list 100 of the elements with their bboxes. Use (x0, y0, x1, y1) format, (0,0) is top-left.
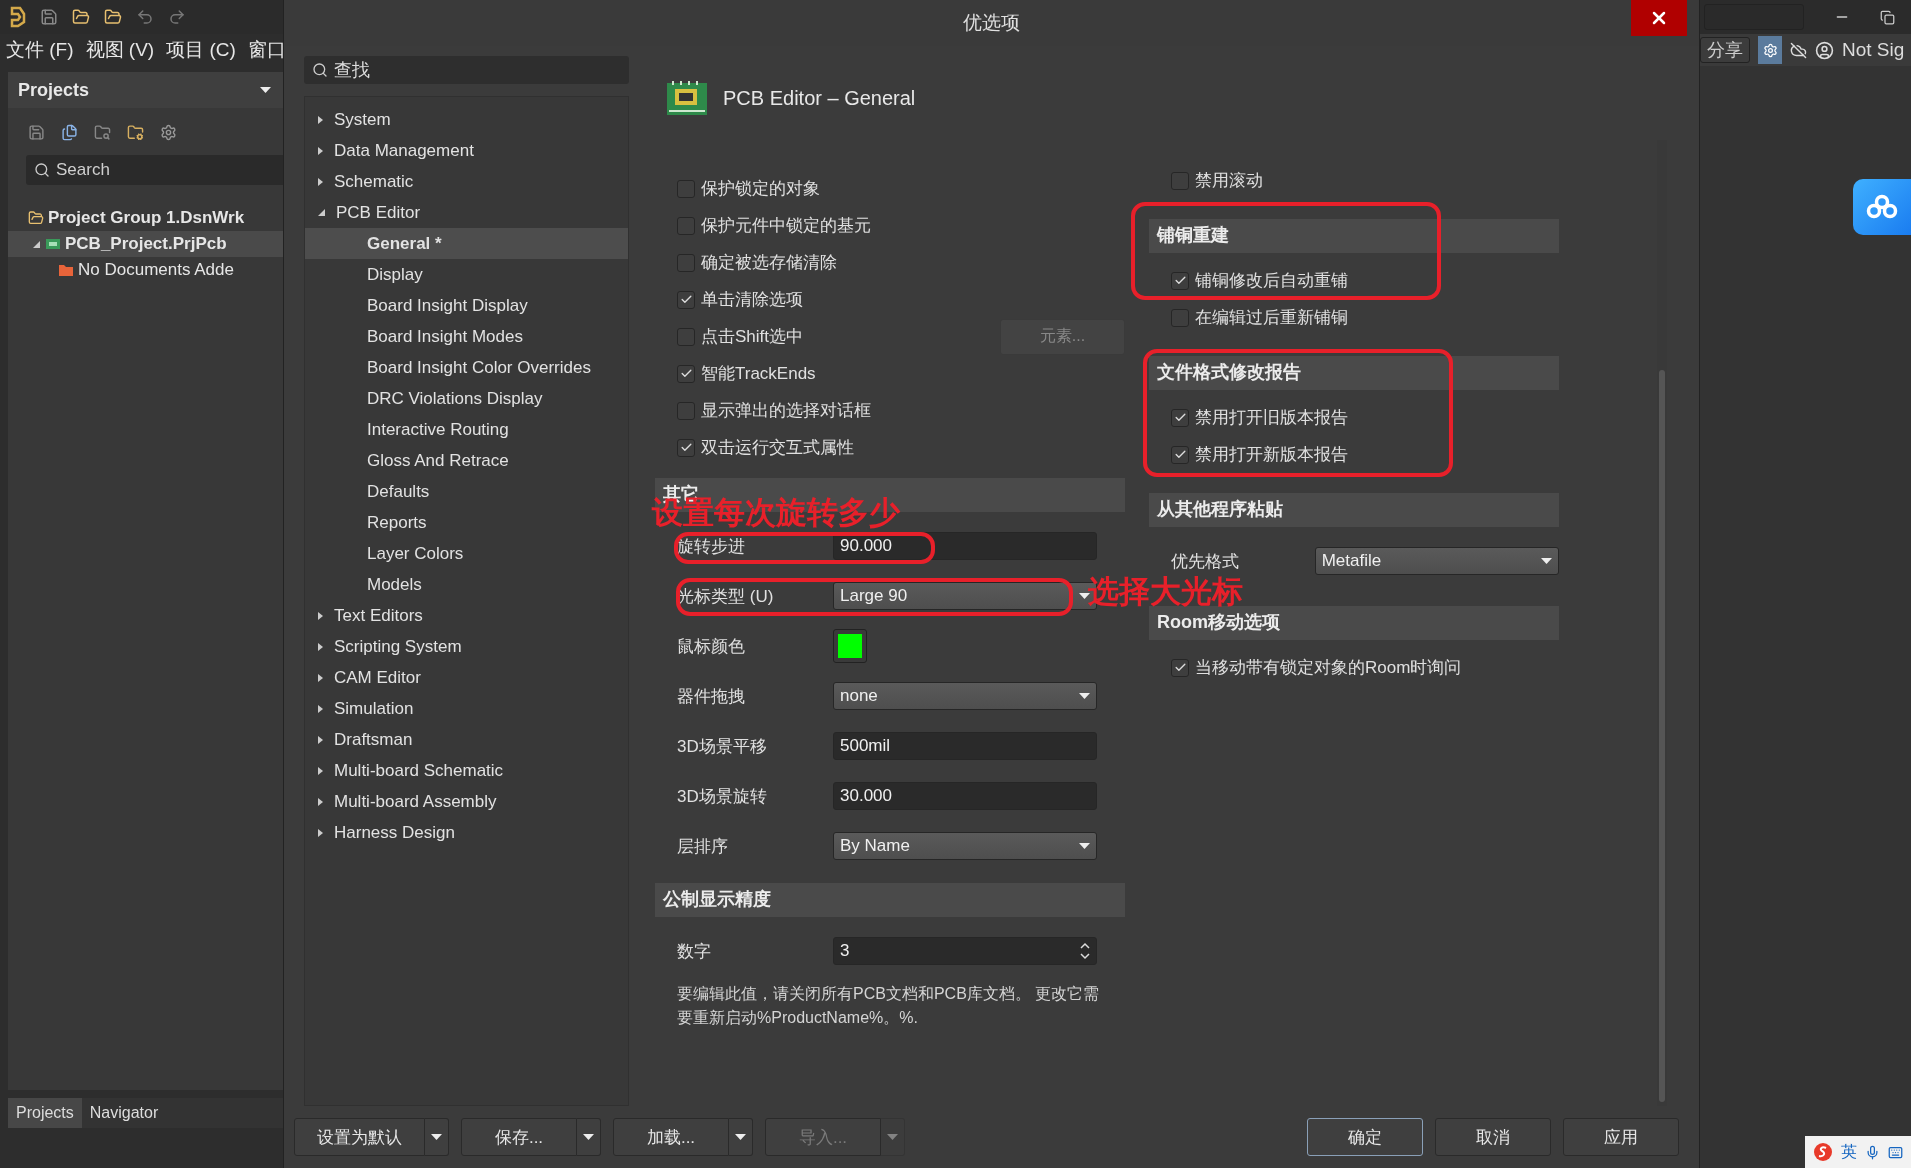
settings-button[interactable] (1758, 36, 1782, 64)
dropdown-arrow-button[interactable] (577, 1118, 601, 1156)
checkbox[interactable] (1171, 271, 1189, 290)
undo-icon[interactable] (136, 8, 154, 26)
tree-item[interactable]: CAM Editor (334, 667, 421, 688)
tree-item[interactable]: Layer Colors (305, 538, 628, 569)
app-logo-icon[interactable] (10, 6, 26, 28)
collapsed-arrow-icon[interactable] (317, 176, 324, 187)
settings-icon[interactable] (160, 124, 177, 141)
tree-item[interactable]: Gloss And Retrace (305, 445, 628, 476)
tree-item[interactable]: Simulation (334, 698, 414, 719)
collapsed-arrow-icon[interactable] (317, 796, 324, 807)
input-mode-label[interactable]: 英 (1841, 1141, 1857, 1163)
checkbox[interactable] (1171, 445, 1189, 464)
dialog-button[interactable]: 取消 (1435, 1118, 1551, 1156)
panel-tab[interactable]: Projects (8, 1098, 82, 1128)
tree-item[interactable]: General * (305, 228, 628, 259)
dropdown-arrow-button[interactable] (729, 1118, 753, 1156)
menu-item[interactable]: 项目 (C) (166, 37, 236, 63)
tree-item[interactable]: Data Management (334, 140, 474, 161)
checkbox[interactable] (677, 401, 695, 420)
tree-item[interactable]: Reports (305, 507, 628, 538)
share-button[interactable]: 分享 (1700, 37, 1750, 63)
dialog-button[interactable]: 保存... (461, 1118, 577, 1156)
folder-gear-icon[interactable] (127, 124, 144, 141)
collapsed-arrow-icon[interactable] (317, 734, 324, 745)
microphone-icon[interactable] (1865, 1144, 1880, 1160)
tree-item[interactable]: Schematic (334, 171, 414, 192)
checkbox[interactable] (677, 327, 695, 346)
expanded-arrow-icon[interactable] (32, 239, 41, 249)
dialog-button[interactable]: 应用 (1563, 1118, 1679, 1156)
spin-field[interactable]: 3 (833, 937, 1097, 965)
tree-item[interactable]: Models (305, 569, 628, 600)
collapsed-arrow-icon[interactable] (317, 765, 324, 776)
collapsed-arrow-icon[interactable] (317, 610, 324, 621)
checkbox[interactable] (677, 438, 695, 457)
checkbox[interactable] (677, 179, 695, 198)
input-field[interactable]: 500mil (833, 732, 1097, 760)
tree-item[interactable]: No Documents Adde (78, 260, 234, 280)
checkbox[interactable] (677, 290, 695, 309)
tree-item[interactable]: Project Group 1.DsnWrk (48, 208, 245, 228)
collapsed-arrow-icon[interactable] (317, 641, 324, 652)
checkbox[interactable] (677, 364, 695, 383)
tree-item[interactable]: Board Insight Display (305, 290, 628, 321)
keyboard-icon[interactable] (1888, 1144, 1903, 1160)
tree-item[interactable]: Draftsman (334, 729, 413, 750)
restore-icon[interactable] (1880, 9, 1895, 25)
dropdown[interactable]: Metafile (1314, 547, 1559, 575)
open-folder-icon[interactable] (72, 8, 90, 26)
tree-item[interactable]: Multi-board Schematic (334, 760, 504, 781)
dialog-button[interactable]: 确定 (1307, 1118, 1423, 1156)
expanded-arrow-icon[interactable] (317, 208, 326, 217)
cloud-app-button[interactable] (1853, 179, 1911, 235)
close-button[interactable] (1631, 0, 1687, 36)
tree-item[interactable]: PCB Editor (336, 202, 421, 223)
tree-item[interactable]: Defaults (305, 476, 628, 507)
checkbox[interactable] (1171, 308, 1189, 327)
search-field[interactable]: 查找 (304, 56, 629, 84)
tree-item[interactable]: Scripting System (334, 636, 462, 657)
collapsed-arrow-icon[interactable] (317, 703, 324, 714)
checkbox[interactable] (1171, 171, 1189, 190)
search-field[interactable]: Search (26, 155, 283, 185)
collapsed-arrow-icon[interactable] (317, 827, 324, 838)
collapsed-arrow-icon[interactable] (317, 672, 324, 683)
save-icon[interactable] (28, 124, 45, 141)
checkbox[interactable] (677, 216, 695, 235)
checkbox[interactable] (677, 253, 695, 272)
input-field[interactable]: 30.000 (833, 782, 1097, 810)
cloud-off-icon[interactable] (1790, 41, 1807, 59)
documents-icon[interactable] (61, 124, 78, 141)
tree-item[interactable]: Interactive Routing (305, 414, 628, 445)
tree-item[interactable]: Board Insight Color Overrides (305, 352, 628, 383)
menu-item[interactable]: 文件 (F) (6, 37, 74, 63)
user-icon[interactable] (1815, 40, 1834, 60)
tree-item[interactable]: DRC Violations Display (305, 383, 628, 414)
save-icon[interactable] (40, 8, 58, 26)
menu-item[interactable]: 窗口 (247, 37, 286, 63)
collapsed-arrow-icon[interactable] (317, 114, 324, 125)
dropdown-arrow-button[interactable] (425, 1118, 449, 1156)
dropdown[interactable]: By Name (833, 832, 1097, 860)
input-method-logo-icon[interactable] (1813, 1142, 1833, 1162)
dialog-button[interactable]: 加载... (613, 1118, 729, 1156)
tree-item[interactable]: Multi-board Assembly (334, 791, 497, 812)
spin-arrows-icon[interactable] (1080, 941, 1090, 961)
collapsed-arrow-icon[interactable] (317, 145, 324, 156)
tree-item[interactable]: PCB_Project.PrjPcb (65, 234, 227, 254)
redo-icon[interactable] (168, 8, 186, 26)
tree-item[interactable]: Display (305, 259, 628, 290)
input-field[interactable]: 90.000 (833, 532, 1097, 560)
open-folder-icon[interactable] (104, 8, 122, 26)
folder-search-icon[interactable] (94, 124, 111, 141)
scrollbar-thumb[interactable] (1659, 370, 1665, 1102)
dialog-button[interactable]: 设置为默认 (294, 1118, 425, 1156)
dropdown[interactable]: none (833, 682, 1097, 710)
tree-item[interactable]: Board Insight Modes (305, 321, 628, 352)
checkbox[interactable] (1171, 658, 1189, 677)
checkbox[interactable] (1171, 408, 1189, 427)
panel-tab[interactable]: Navigator (81, 1098, 167, 1128)
user-name[interactable]: Not Sig (1842, 39, 1905, 61)
tree-item[interactable]: System (334, 109, 391, 130)
